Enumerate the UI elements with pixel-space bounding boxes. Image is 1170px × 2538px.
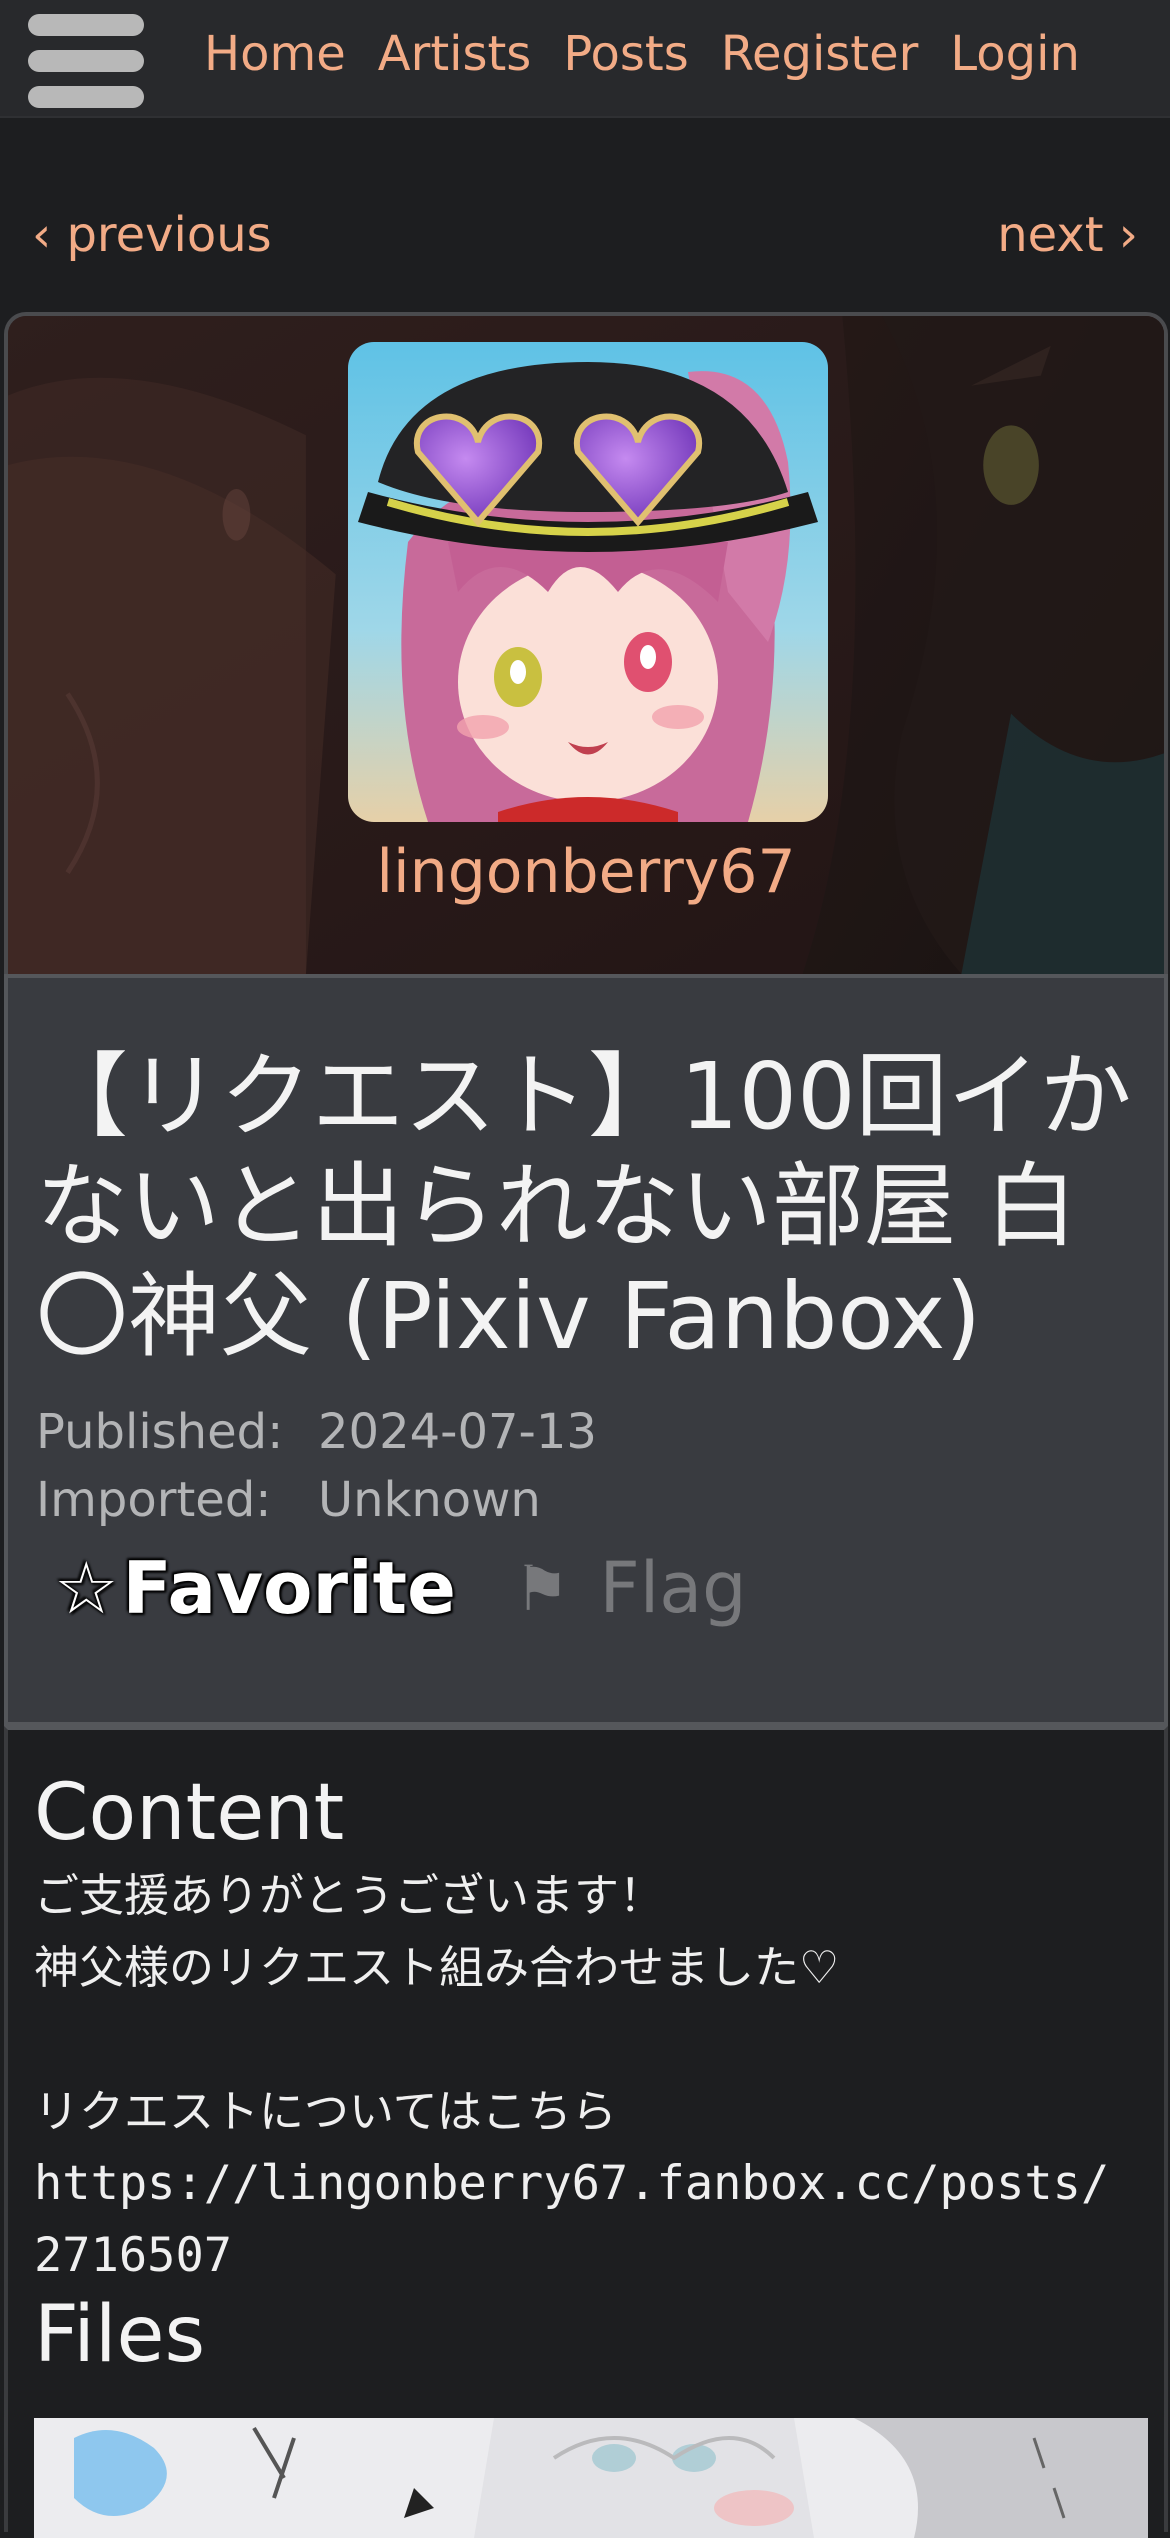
published-date: 2024-07-13 [318,1404,597,1460]
top-navigation-bar: Home Artists Posts Register Login [0,0,1170,118]
imported-row: Imported: Unknown [36,1466,597,1534]
content-line: リクエストについてはこちら [34,2085,617,2138]
flag-label: Flag [599,1547,747,1629]
content-line: ご支援ありがとうございます！ [34,1869,665,1922]
post-actions: ☆ Favorite ⚑ Flag [54,1546,747,1630]
imported-label: Imported: [36,1472,272,1528]
content-url-line-2: 2716507 [34,2220,1144,2292]
published-label: Published: [36,1404,284,1460]
fanbox-post-link-part-2[interactable]: 2716507 [34,2228,232,2283]
file-thumbnail[interactable] [34,2418,1148,2538]
nav-link-home[interactable]: Home [204,22,346,86]
post-body: Content ご支援ありがとうございます！ 神父様のリクエスト組み合わせました… [4,1726,1168,2538]
favorite-label: Favorite [122,1546,456,1630]
previous-post-link[interactable]: ‹ previous [32,200,272,270]
flag-button[interactable]: ⚑ Flag [514,1547,747,1629]
artist-banner: lingonberry67 [4,312,1168,974]
nav-link-register[interactable]: Register [721,22,919,86]
nav-link-posts[interactable]: Posts [563,22,688,86]
content-url-line-1: https://lingonberry67.fanbox.cc/posts/ [34,2148,1144,2220]
post-header: 【リクエスト】100回イかないと出られない部屋 白〇神父 (Pixiv Fanb… [4,974,1168,1726]
fanbox-post-link-part-1[interactable]: https://lingonberry67.fanbox.cc/posts/ [34,2156,1109,2211]
artist-name-link[interactable]: lingonberry67 [8,834,1164,910]
flag-icon: ⚑ [513,1551,570,1625]
post-title: 【リクエスト】100回イかないと出られない部屋 白〇神父 (Pixiv Fanb… [36,1043,1132,1370]
main-nav: Home Artists Posts Register Login [204,22,1080,86]
content-heading: Content [34,1768,345,1858]
content-line: 神父様のリクエスト組み合わせました♡ [34,1941,840,1994]
next-post-link[interactable]: next › [997,200,1138,270]
post-meta: Published: 2024-07-13 Imported: Unknown [36,1398,597,1534]
nav-link-login[interactable]: Login [950,22,1080,86]
favorite-button[interactable]: ☆ Favorite [54,1546,456,1630]
nav-link-artists[interactable]: Artists [378,22,532,86]
hamburger-menu-icon[interactable] [28,14,146,108]
published-row: Published: 2024-07-13 [36,1398,597,1466]
content-line [34,2004,1144,2076]
post-paginator: ‹ previous next › [32,200,1138,270]
files-heading: Files [34,2290,206,2380]
imported-date: Unknown [318,1472,541,1528]
file-thumbnail-image [34,2418,1148,2538]
post-content-text: ご支援ありがとうございます！ 神父様のリクエスト組み合わせました♡ リクエストに… [34,1860,1144,2292]
artist-avatar-image [348,342,828,822]
star-icon: ☆ [54,1546,119,1630]
artist-avatar[interactable] [348,342,828,822]
